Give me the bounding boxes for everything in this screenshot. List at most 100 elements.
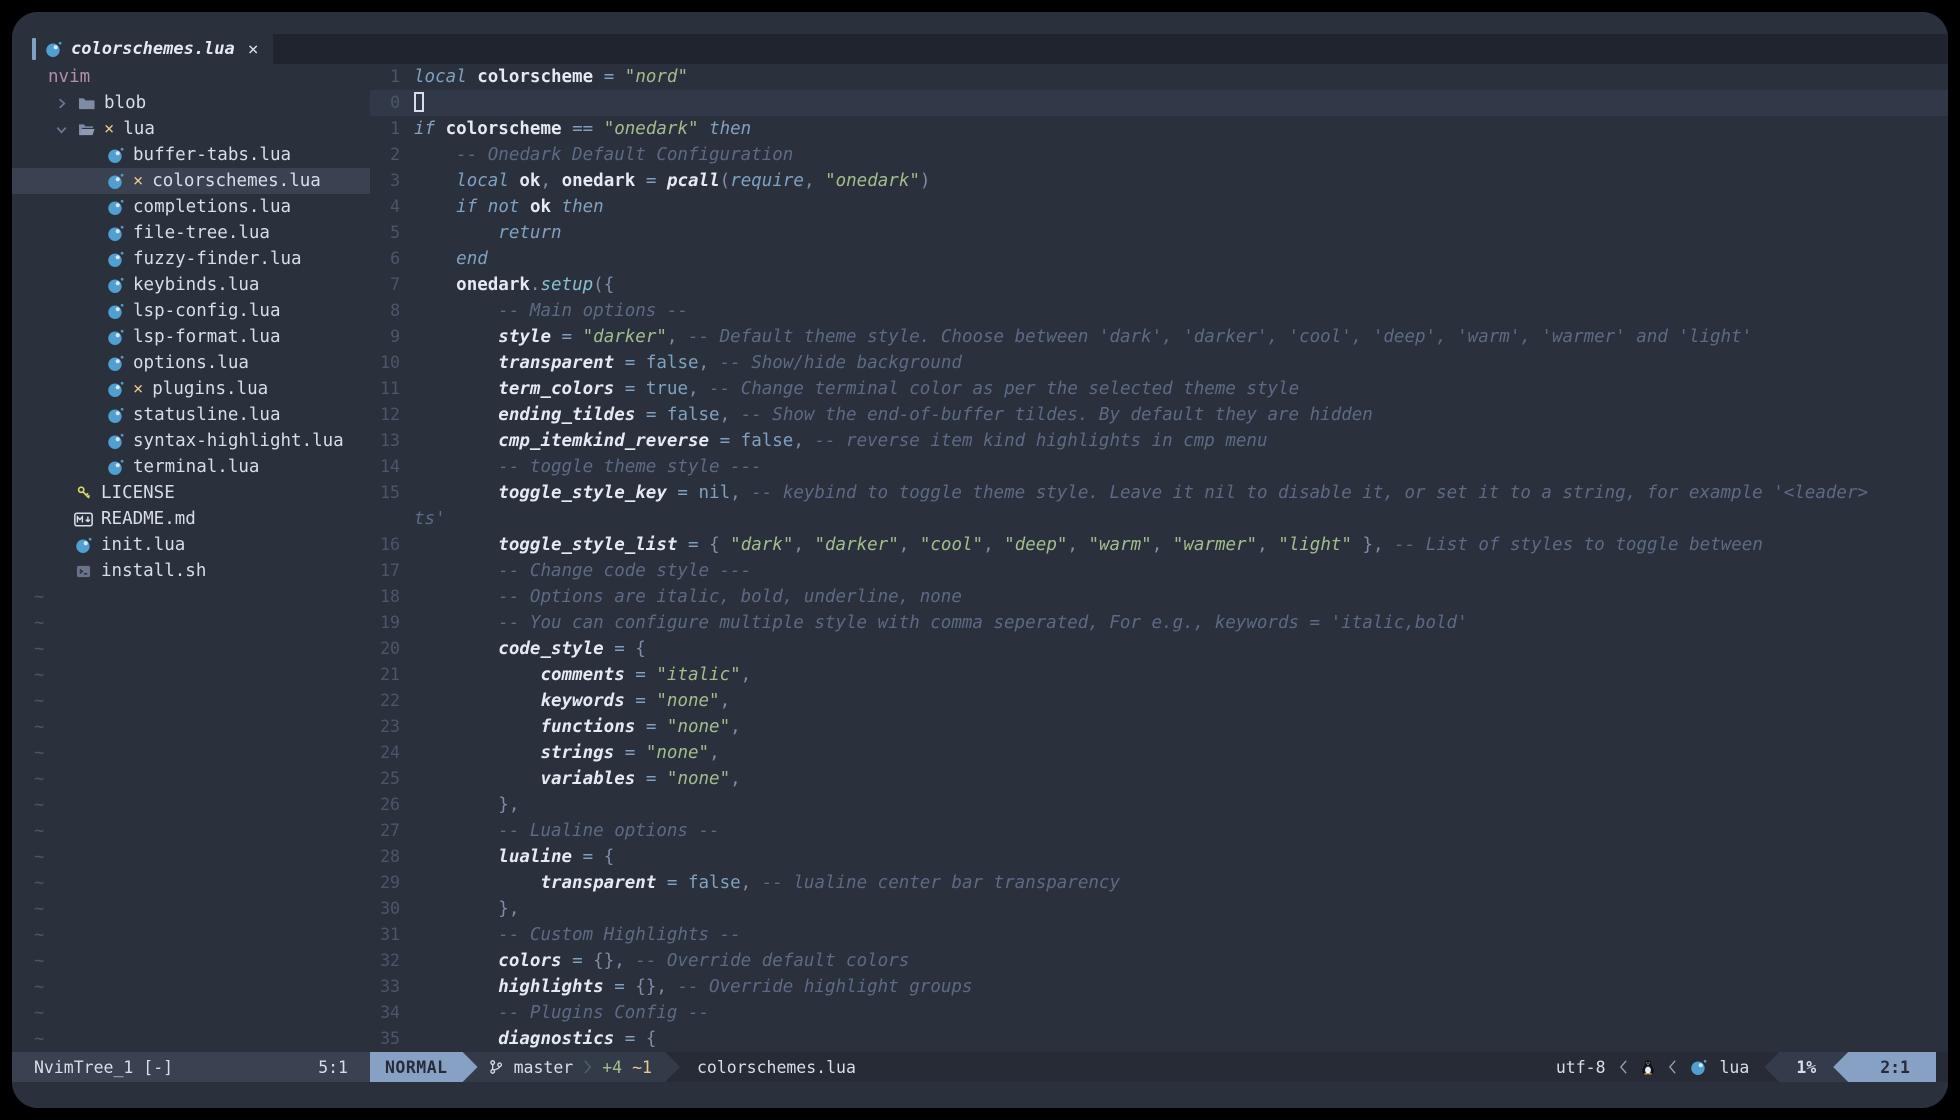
- tab-close-icon[interactable]: ×: [248, 39, 259, 60]
- code-line-content[interactable]: onedark.setup({: [410, 272, 1948, 298]
- code-line: 16 toggle_style_list = { "dark", "darker…: [370, 532, 1948, 558]
- code-line-content[interactable]: transparent = false, -- lualine center b…: [410, 870, 1948, 896]
- tree-item-lua[interactable]: ×lua: [12, 116, 370, 142]
- tree-item-syntax-highlight-lua[interactable]: syntax-highlight.lua: [12, 428, 370, 454]
- code-line-content[interactable]: cmp_itemkind_reverse = false, -- reverse…: [410, 428, 1948, 454]
- tree-item-options-lua[interactable]: options.lua: [12, 350, 370, 376]
- code-line-content[interactable]: diagnostics = {: [410, 1026, 1948, 1052]
- modified-icon: ×: [104, 119, 114, 139]
- code-line-content[interactable]: code_style = {: [410, 636, 1948, 662]
- tree-item-colorschemes-lua[interactable]: ×colorschemes.lua: [12, 168, 370, 194]
- code-line: 9 style = "darker", -- Default theme sty…: [370, 324, 1948, 350]
- code-line-content[interactable]: highlights = {}, -- Override highlight g…: [410, 974, 1948, 1000]
- code-line: 19 -- You can configure multiple style w…: [370, 610, 1948, 636]
- lua-file-icon: [106, 329, 125, 346]
- code-line-content[interactable]: if colorscheme == "onedark" then: [410, 116, 1948, 142]
- code-line-content[interactable]: -- You can configure multiple style with…: [410, 610, 1948, 636]
- git-changed-count: ~1: [632, 1058, 652, 1077]
- tree-item-label: terminal.lua: [133, 457, 259, 477]
- code-line: 8 -- Main options --: [370, 298, 1948, 324]
- tree-item-nvim[interactable]: nvim: [12, 64, 370, 90]
- code-line-content[interactable]: variables = "none",: [410, 766, 1948, 792]
- code-line-content[interactable]: ts': [410, 506, 1948, 532]
- tree-item-statusline-lua[interactable]: statusline.lua: [12, 402, 370, 428]
- tree-item-license[interactable]: LICENSE: [12, 480, 370, 506]
- code-line-content[interactable]: colors = {}, -- Override default colors: [410, 948, 1948, 974]
- code-line-content[interactable]: local colorscheme = "nord": [410, 64, 1948, 90]
- code-line-content[interactable]: transparent = false, -- Show/hide backgr…: [410, 350, 1948, 376]
- code-line-content[interactable]: -- Main options --: [410, 298, 1948, 324]
- tree-item-plugins-lua[interactable]: ×plugins.lua: [12, 376, 370, 402]
- tree-item-buffer-tabs-lua[interactable]: buffer-tabs.lua: [12, 142, 370, 168]
- code-line-content[interactable]: ending_tildes = false, -- Show the end-o…: [410, 402, 1948, 428]
- empty-line-tilde: ~: [12, 714, 370, 740]
- tree-item-fuzzy-finder-lua[interactable]: fuzzy-finder.lua: [12, 246, 370, 272]
- line-number: 12: [370, 402, 410, 428]
- tree-item-completions-lua[interactable]: completions.lua: [12, 194, 370, 220]
- code-line-content[interactable]: toggle_style_key = nil, -- keybind to to…: [410, 480, 1948, 506]
- tree-item-label: file-tree.lua: [133, 223, 270, 243]
- line-number: 14: [370, 454, 410, 480]
- tree-item-init-lua[interactable]: init.lua: [12, 532, 370, 558]
- tree-item-lsp-format-lua[interactable]: lsp-format.lua: [12, 324, 370, 350]
- code-line-content[interactable]: if not ok then: [410, 194, 1948, 220]
- git-added-count: +4: [602, 1058, 622, 1077]
- code-line-content[interactable]: local ok, onedark = pcall(require, "oned…: [410, 168, 1948, 194]
- line-number: 28: [370, 844, 410, 870]
- code-line-content[interactable]: -- Lualine options --: [410, 818, 1948, 844]
- line-number: 34: [370, 1000, 410, 1026]
- line-number: 13: [370, 428, 410, 454]
- powerline-separator: [665, 1052, 680, 1082]
- lua-file-icon: [106, 147, 125, 164]
- code-line-content[interactable]: comments = "italic",: [410, 662, 1948, 688]
- scroll-percent-label: 1%: [1796, 1058, 1816, 1077]
- empty-line-tilde: ~: [12, 766, 370, 792]
- command-line[interactable]: [12, 1082, 1948, 1108]
- code-line-content[interactable]: -- Custom Highlights --: [410, 922, 1948, 948]
- line-number: 31: [370, 922, 410, 948]
- code-line-content[interactable]: end: [410, 246, 1948, 272]
- code-line-content[interactable]: -- toggle theme style ---: [410, 454, 1948, 480]
- line-number: 6: [370, 246, 410, 272]
- code-line: 22 keywords = "none",: [370, 688, 1948, 714]
- tree-item-blob[interactable]: blob: [12, 90, 370, 116]
- tree-item-keybinds-lua[interactable]: keybinds.lua: [12, 272, 370, 298]
- code-line-content[interactable]: lualine = {: [410, 844, 1948, 870]
- tree-item-label: init.lua: [101, 535, 185, 555]
- encoding-label: utf-8: [1556, 1058, 1606, 1077]
- tree-item-terminal-lua[interactable]: terminal.lua: [12, 454, 370, 480]
- code-line-content[interactable]: -- Plugins Config --: [410, 1000, 1948, 1026]
- code-line-content[interactable]: strings = "none",: [410, 740, 1948, 766]
- code-line-content[interactable]: -- Options are italic, bold, underline, …: [410, 584, 1948, 610]
- code-line: 1local colorscheme = "nord": [370, 64, 1948, 90]
- tree-item-readme-md[interactable]: README.md: [12, 506, 370, 532]
- code-line: 11 term_colors = true, -- Change termina…: [370, 376, 1948, 402]
- lua-file-icon: [106, 459, 125, 476]
- chevron-down-icon[interactable]: [54, 122, 70, 137]
- code-line: 3 local ok, onedark = pcall(require, "on…: [370, 168, 1948, 194]
- cursor-position: 2:1: [1848, 1052, 1936, 1082]
- tree-item-file-tree-lua[interactable]: file-tree.lua: [12, 220, 370, 246]
- code-line-content[interactable]: term_colors = true, -- Change terminal c…: [410, 376, 1948, 402]
- code-line-content[interactable]: },: [410, 896, 1948, 922]
- code-line: 18 -- Options are italic, bold, underlin…: [370, 584, 1948, 610]
- tree-item-lsp-config-lua[interactable]: lsp-config.lua: [12, 298, 370, 324]
- code-line-content[interactable]: toggle_style_list = { "dark", "darker", …: [410, 532, 1948, 558]
- empty-line-tilde: ~: [12, 948, 370, 974]
- tree-item-install-sh[interactable]: install.sh: [12, 558, 370, 584]
- code-line-content[interactable]: style = "darker", -- Default theme style…: [410, 324, 1948, 350]
- code-line-content[interactable]: functions = "none",: [410, 714, 1948, 740]
- code-line-content[interactable]: return: [410, 220, 1948, 246]
- chevron-right-icon[interactable]: [54, 96, 70, 111]
- code-line-content[interactable]: -- Onedark Default Configuration: [410, 142, 1948, 168]
- empty-line-tilde: ~: [12, 896, 370, 922]
- tree-item-label: install.sh: [101, 561, 206, 581]
- code-line-content[interactable]: },: [410, 792, 1948, 818]
- code-line-content[interactable]: keywords = "none",: [410, 688, 1948, 714]
- statusline-tail: [1936, 1052, 1948, 1082]
- code-line-content[interactable]: [410, 90, 1948, 116]
- tree-item-label: statusline.lua: [133, 405, 281, 425]
- tab-colorschemes[interactable]: colorschemes.lua ×: [32, 34, 273, 64]
- code-line: 30 },: [370, 896, 1948, 922]
- code-line-content[interactable]: -- Change code style ---: [410, 558, 1948, 584]
